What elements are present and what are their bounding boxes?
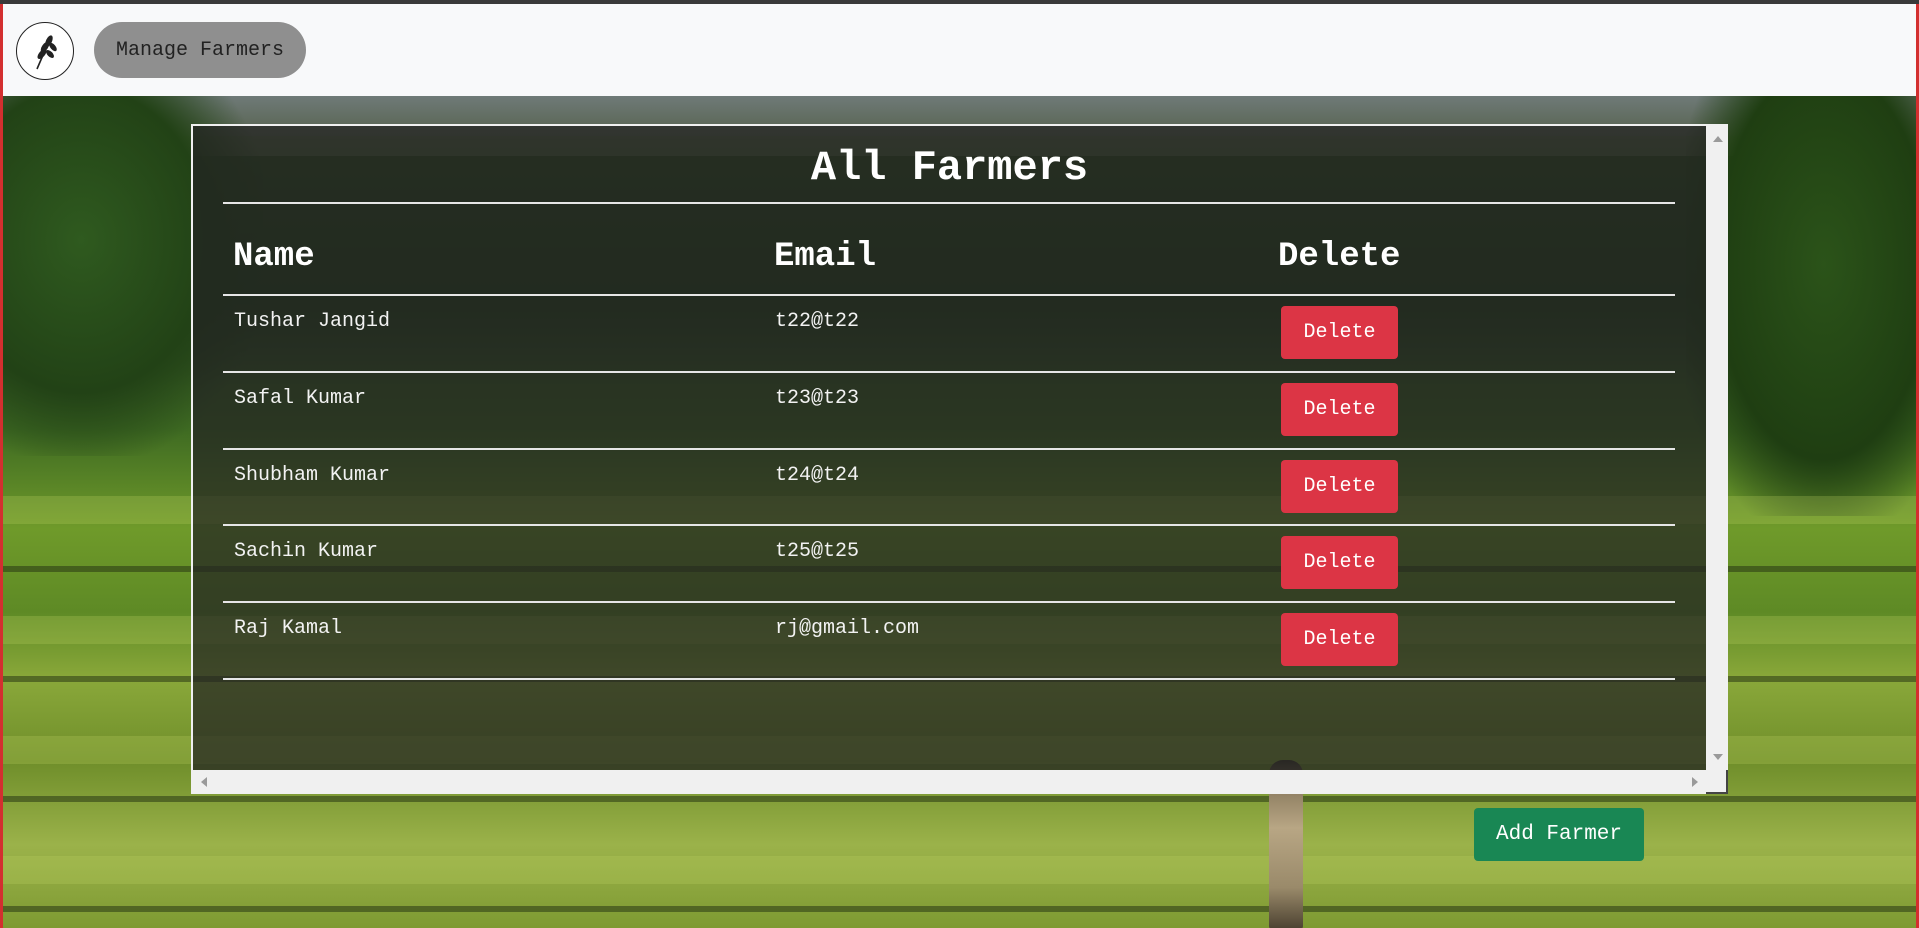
- row-divider: [223, 448, 1675, 450]
- row-name: Tushar Jangid: [234, 310, 391, 333]
- farmers-table-container: All Farmers Name Email Delete Tushar Jan…: [193, 126, 1706, 770]
- row-divider: [223, 524, 1675, 526]
- row-email: t24@t24: [775, 464, 860, 487]
- delete-button[interactable]: Delete: [1281, 536, 1398, 589]
- row-name: Raj Kamal: [234, 617, 343, 640]
- delete-button[interactable]: Delete: [1281, 613, 1398, 666]
- column-header-delete: Delete: [1278, 238, 1401, 276]
- row-name: Sachin Kumar: [234, 540, 379, 563]
- vertical-scrollbar[interactable]: [1706, 126, 1728, 770]
- column-header-name: Name: [233, 238, 315, 276]
- scroll-up-icon[interactable]: [1713, 136, 1723, 142]
- delete-button[interactable]: Delete: [1281, 460, 1398, 513]
- page-title: All Farmers: [810, 144, 1089, 192]
- scroll-left-icon[interactable]: [201, 777, 207, 787]
- window-left-border: [0, 4, 3, 928]
- add-farmer-button[interactable]: Add Farmer: [1474, 808, 1644, 861]
- row-email: t22@t22: [775, 310, 860, 333]
- scroll-right-icon[interactable]: [1692, 777, 1698, 787]
- header-divider: [223, 294, 1675, 296]
- row-name: Shubham Kumar: [234, 464, 391, 487]
- row-divider: [223, 601, 1675, 603]
- column-header-email: Email: [774, 238, 877, 276]
- wheat-icon[interactable]: [16, 22, 74, 80]
- scrollbar-corner: [1706, 770, 1728, 794]
- delete-button[interactable]: Delete: [1281, 306, 1398, 359]
- scroll-down-icon[interactable]: [1713, 754, 1723, 760]
- row-email: rj@gmail.com: [775, 617, 920, 640]
- horizontal-scrollbar[interactable]: [193, 770, 1706, 794]
- table-bottom-divider: [223, 678, 1675, 680]
- row-name: Safal Kumar: [234, 387, 367, 410]
- navbar: Manage Farmers: [3, 4, 1916, 96]
- manage-farmers-button[interactable]: Manage Farmers: [94, 22, 306, 78]
- row-email: t25@t25: [775, 540, 860, 563]
- row-email: t23@t23: [775, 387, 860, 410]
- farmers-panel: All Farmers Name Email Delete Tushar Jan…: [191, 124, 1728, 794]
- title-divider: [223, 202, 1675, 204]
- row-divider: [223, 371, 1675, 373]
- delete-button[interactable]: Delete: [1281, 383, 1398, 436]
